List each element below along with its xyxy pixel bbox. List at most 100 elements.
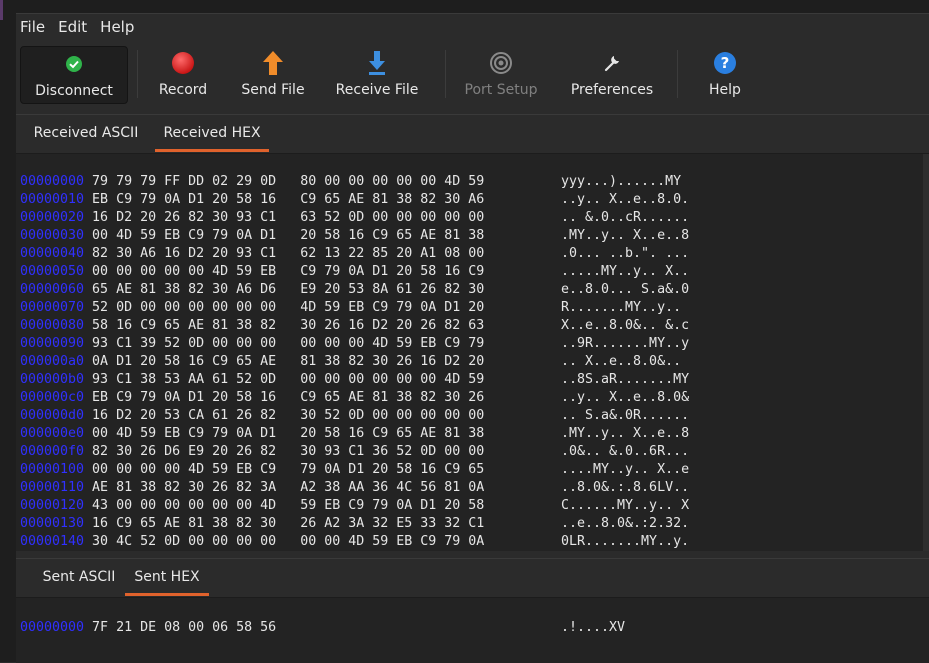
row-ascii: .. S.a&.0R...... [561,408,690,423]
row-offset: 000000e0 [20,426,85,441]
row-hex-bytes: 58 16 C9 65 AE 81 38 82 30 26 16 D2 20 2… [84,318,485,333]
tab-received-hex[interactable]: Received HEX [155,115,269,152]
hex-row: 00000120 43 00 00 00 00 00 00 4D 59 EB C… [20,497,689,515]
tab-received-ascii[interactable]: Received ASCII [30,115,142,151]
record-button[interactable]: Record [150,46,216,102]
row-ascii: .....MY..y.. X.. [561,264,690,279]
disconnect-button[interactable]: Disconnect [20,46,128,104]
row-offset: 00000040 [20,246,85,261]
row-offset: 00000010 [20,192,85,207]
row-offset: 000000d0 [20,408,85,423]
record-label: Record [158,82,208,98]
row-hex-bytes: 0A D1 20 58 16 C9 65 AE 81 38 82 30 26 1… [84,354,485,369]
preferences-button[interactable]: Preferences [568,46,656,102]
row-ascii: .. X..e..8.0&.. [561,354,690,369]
received-scrollbar[interactable] [923,154,929,551]
sent-tabs: Sent ASCII Sent HEX [16,559,929,598]
hex-row: 00000040 82 30 A6 16 D2 20 93 C1 62 13 2… [20,245,689,263]
hex-row: 00000080 58 16 C9 65 AE 81 38 82 30 26 1… [20,317,689,335]
row-hex-bytes: 16 D2 20 53 CA 61 26 82 30 52 0D 00 00 0… [84,408,485,423]
hex-row: 000000b0 93 C1 38 53 AA 61 52 0D 00 00 0… [20,371,689,389]
left-edge-strip [0,0,16,662]
send-file-label: Send File [241,82,305,98]
sent-panel: Sent ASCII Sent HEX 00000000 7F 21 DE 08… [16,558,929,663]
row-offset: 00000020 [20,210,85,225]
row-offset: 00000060 [20,282,85,297]
hex-row: 00000000 79 79 79 FF DD 02 29 0D 80 00 0… [20,173,681,191]
row-hex-bytes: 43 00 00 00 00 00 00 4D 59 EB C9 79 0A D… [84,498,485,513]
row-ascii: .0&.. &.0..6R... [561,444,690,459]
row-offset: 00000140 [20,534,85,549]
row-ascii: .0... ..b.". ... [561,246,690,261]
port-setup-label: Port Setup [464,82,538,98]
hex-row: 00000030 00 4D 59 EB C9 79 0A D1 20 58 1… [20,227,689,245]
help-button[interactable]: ? Help [700,46,750,102]
row-ascii: 0LR.......MY..y. [561,534,690,549]
receive-file-button[interactable]: Receive File [332,46,422,102]
row-offset: 00000130 [20,516,85,531]
hex-row: 00000000 7F 21 DE 08 00 06 58 56 .!....XV [20,619,625,637]
row-offset: 00000090 [20,336,85,351]
row-offset: 00000100 [20,462,85,477]
menu-file[interactable]: File [16,18,52,36]
row-hex-bytes: AE 81 38 82 30 26 82 3A A2 38 AA 36 4C 5… [84,480,485,495]
row-hex-bytes: EB C9 79 0A D1 20 58 16 C9 65 AE 81 38 8… [84,390,485,405]
menu-help[interactable]: Help [96,18,141,36]
row-hex-bytes: 65 AE 81 38 82 30 A6 D6 E9 20 53 8A 61 2… [84,282,485,297]
row-ascii: .MY..y.. X..e..8 [561,426,690,441]
row-offset: 00000000 [20,620,85,635]
connected-check-icon [61,51,87,77]
edge-mark [0,0,3,20]
row-offset: 00000030 [20,228,85,243]
hex-row: 000000f0 82 30 26 D6 E9 20 26 82 30 93 C… [20,443,689,461]
row-ascii: ..y.. X..e..8.0. [561,192,690,207]
send-file-button[interactable]: Send File [236,46,310,102]
hex-row: 00000100 00 00 00 00 4D 59 EB C9 79 0A D… [20,461,689,479]
tab-sent-ascii[interactable]: Sent ASCII [30,559,128,595]
tab-sent-hex[interactable]: Sent HEX [125,559,209,596]
hex-row: 000000a0 0A D1 20 58 16 C9 65 AE 81 38 8… [20,353,681,371]
row-ascii: e..8.0... S.a&.0 [561,282,690,297]
row-hex-bytes: 16 C9 65 AE 81 38 82 30 26 A2 3A 32 E5 3… [84,516,485,531]
hex-row: 00000060 65 AE 81 38 82 30 A6 D6 E9 20 5… [20,281,689,299]
row-ascii: ....MY..y.. X..e [561,462,690,477]
row-hex-bytes: 7F 21 DE 08 00 06 58 56 [84,620,277,635]
hex-row: 000000e0 00 4D 59 EB C9 79 0A D1 20 58 1… [20,425,689,443]
menu-bar: File Edit Help [16,14,929,40]
hex-row: 00000110 AE 81 38 82 30 26 82 3A A2 38 A… [20,479,689,497]
hex-row: 00000130 16 C9 65 AE 81 38 82 30 26 A2 3… [20,515,689,533]
received-tabs: Received ASCII Received HEX [16,115,929,154]
row-ascii: .!....XV [561,620,626,635]
row-offset: 00000110 [20,480,85,495]
row-offset: 00000080 [20,318,85,333]
row-offset: 000000b0 [20,372,85,387]
upload-arrow-icon [260,50,286,76]
row-offset: 00000120 [20,498,85,513]
wrench-icon [599,50,625,76]
hex-row: 00000050 00 00 00 00 00 4D 59 EB C9 79 0… [20,263,689,281]
received-hex-view[interactable]: 00000000 79 79 79 FF DD 02 29 0D 80 00 0… [16,154,929,551]
sent-hex-view[interactable]: 00000000 7F 21 DE 08 00 06 58 56 .!....XV [16,598,929,663]
row-hex-bytes: 82 30 26 D6 E9 20 26 82 30 93 C1 36 52 0… [84,444,485,459]
row-ascii: ..8S.aR.......MY [561,372,690,387]
port-gear-icon [488,50,514,76]
received-panel: Received ASCII Received HEX 00000000 79 … [16,114,929,551]
hex-row: 00000090 93 C1 39 52 0D 00 00 00 00 00 0… [20,335,689,353]
hex-row: 000000c0 EB C9 79 0A D1 20 58 16 C9 65 A… [20,389,689,407]
receive-file-label: Receive File [335,82,419,98]
row-hex-bytes: 00 4D 59 EB C9 79 0A D1 20 58 16 C9 65 A… [84,228,485,243]
row-ascii: X..e..8.0&.. &.c [561,318,690,333]
row-ascii: .. &.0..cR...... [561,210,690,225]
toolbar-separator [137,50,138,98]
row-hex-bytes: 30 4C 52 0D 00 00 00 00 00 00 4D 59 EB C… [84,534,485,549]
row-offset: 00000000 [20,174,85,189]
toolbar-separator [445,50,446,98]
row-ascii: ..e..8.0&.:2.32. [561,516,690,531]
window-top-strip [0,0,929,14]
port-setup-button[interactable]: Port Setup [460,46,542,102]
row-ascii: yyy...)......MY [561,174,682,189]
hex-row: 00000010 EB C9 79 0A D1 20 58 16 C9 65 A… [20,191,689,209]
svg-text:?: ? [721,54,730,72]
row-hex-bytes: 52 0D 00 00 00 00 00 00 4D 59 EB C9 79 0… [84,300,485,315]
menu-edit[interactable]: Edit [54,18,94,36]
